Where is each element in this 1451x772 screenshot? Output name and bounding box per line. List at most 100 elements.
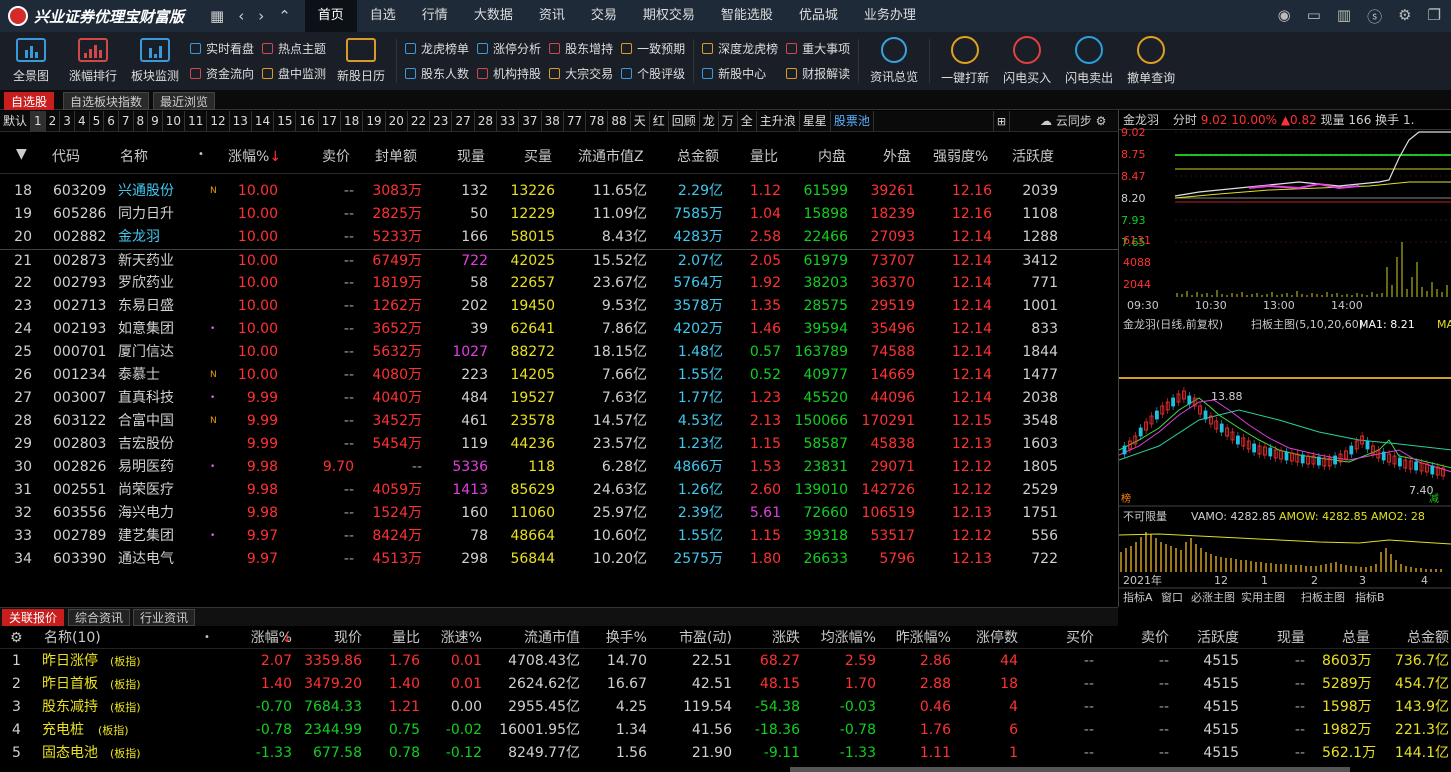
header-code[interactable]: 代码: [52, 146, 80, 166]
filter-16[interactable]: 16: [296, 110, 319, 132]
table-row[interactable]: 30 002826 易明医药 • 9.98 9.70 -- 5336 118 6.28亿 4866万…: [0, 456, 1118, 479]
header-buy-volume[interactable]: 买量: [524, 146, 552, 166]
bheader-turn[interactable]: 换手%: [595, 627, 647, 649]
header-float-cap[interactable]: 流通市值Z: [578, 146, 644, 166]
bheader-lim[interactable]: 涨停数: [966, 627, 1018, 649]
flash-buy-button[interactable]: 闪电买入: [996, 33, 1058, 89]
tab-recent[interactable]: 最近浏览: [153, 92, 216, 110]
header-strength[interactable]: 强弱度%: [933, 146, 988, 166]
table-row[interactable]: 28 603122 合富中国 N 9.99 -- 3452万 461 23578 14.57亿 4.…: [0, 410, 1118, 433]
bheader-pe[interactable]: 市盈(动): [660, 627, 732, 649]
table-row[interactable]: 24 002193 如意集团 • 10.00 -- 3652万 39 62641 7.86亿 420…: [0, 318, 1118, 341]
table-row[interactable]: 33 002789 建艺集团 • 9.97 -- 8424万 78 48664 10.60亿 1.5…: [0, 525, 1118, 548]
tab-industry-news[interactable]: 行业资讯: [133, 609, 196, 626]
bheader-mcap[interactable]: 流通市值: [498, 627, 580, 649]
filter-38[interactable]: 星星: [800, 110, 831, 132]
tab-watchlist[interactable]: 自选股: [4, 92, 55, 110]
deep-dragon-tiger-button[interactable]: 深度龙虎榜: [702, 40, 778, 57]
bheader-tamt[interactable]: 总金额: [1385, 627, 1449, 649]
bheader-diff[interactable]: 涨跌: [750, 627, 800, 649]
restore-icon[interactable]: ❐: [1428, 6, 1441, 27]
header-change[interactable]: 涨幅%↓: [228, 146, 281, 166]
flash-sell-button[interactable]: 闪电卖出: [1058, 33, 1120, 89]
filter-26[interactable]: 37: [519, 110, 542, 132]
header-activity[interactable]: 活跃度: [1012, 146, 1054, 166]
up-icon[interactable]: ⌃: [278, 7, 291, 25]
filter-12[interactable]: 12: [207, 110, 230, 132]
menu-business[interactable]: 业务办理: [851, 0, 929, 32]
dragon-tiger-button[interactable]: 龙虎榜单: [405, 40, 469, 57]
filter-9[interactable]: 9: [148, 110, 163, 132]
filter-18[interactable]: 18: [341, 110, 364, 132]
filter-4[interactable]: 4: [75, 110, 90, 132]
table-row[interactable]: 22 002793 罗欣药业 10.00 -- 1819万 58 22657 23.67亿 576…: [0, 272, 1118, 295]
minimize-icon[interactable]: ▭: [1307, 6, 1321, 27]
consensus-button[interactable]: 一致预期: [621, 40, 685, 57]
bheader-tvol[interactable]: 总量: [1322, 627, 1370, 649]
table-row[interactable]: 25 000701 厦门信达 10.00 -- 5632万 1027 88272 18.15亿 1…: [0, 341, 1118, 364]
filter-20[interactable]: 20: [386, 110, 408, 132]
bheader-ratio[interactable]: 量比: [372, 627, 420, 649]
filter-2[interactable]: 2: [46, 110, 61, 132]
filter-17[interactable]: 17: [319, 110, 342, 132]
menu-watchlist[interactable]: 自选: [357, 0, 409, 32]
filter-0[interactable]: 默认: [0, 110, 32, 132]
table-row[interactable]: 32 603556 海兴电力 9.98 -- 1524万 160 11060 25.97亿 2.3…: [0, 502, 1118, 525]
table-row[interactable]: 19 605286 同力日升 10.00 -- 2825万 50 12229 11.09亿 758…: [0, 203, 1118, 226]
menu-smart-pick[interactable]: 智能选股: [708, 0, 786, 32]
header-amount[interactable]: 总金额: [677, 146, 719, 166]
filter-31[interactable]: 天: [631, 110, 650, 132]
horizontal-scrollbar[interactable]: [790, 767, 1350, 772]
tab-watch-sector-index[interactable]: 自选板块指数: [63, 92, 150, 110]
filter-30[interactable]: 88: [608, 110, 631, 132]
table-row[interactable]: 21 002873 新天药业 10.00 -- 6749万 722 42025 15.52亿 2.…: [0, 249, 1118, 272]
filter-39[interactable]: 股票池: [831, 110, 874, 132]
related-row[interactable]: 1 昨日涨停 (板指) 2.07 3359.86 1.76 0.01 4708.43亿 14.7…: [0, 650, 1451, 673]
table-row[interactable]: 31 002551 尚荣医疗 9.98 -- 4059万 1413 85629 24.63亿 1.…: [0, 479, 1118, 502]
table-row[interactable]: 20 002882 金龙羽 10.00 -- 5233万 166 58015 8.43亿 4283…: [0, 226, 1118, 249]
filter-33[interactable]: 回顾: [669, 110, 700, 132]
bheader-sell[interactable]: 卖价: [1125, 627, 1169, 649]
filter-6[interactable]: 6: [104, 110, 119, 132]
table-row[interactable]: 29 002803 吉宏股份 9.99 -- 5454万 119 44236 23.57亿 1.2…: [0, 433, 1118, 456]
menu-options[interactable]: 期权交易: [630, 0, 708, 32]
bheader-name[interactable]: 名称(10): [44, 627, 140, 649]
filter-7[interactable]: 7: [119, 110, 134, 132]
menu-trade[interactable]: 交易: [578, 0, 630, 32]
related-row[interactable]: 2 昨日首板 (板指) 1.40 3479.20 1.40 0.01 2624.62亿 16.6…: [0, 673, 1451, 696]
menu-store[interactable]: 优品城: [786, 0, 851, 32]
filter-32[interactable]: 红: [650, 110, 669, 132]
ipo-calendar-button[interactable]: 新股日历: [330, 33, 392, 89]
grid-menu-icon[interactable]: ▦: [210, 7, 224, 25]
institution-holding-button[interactable]: 机构持股: [477, 65, 541, 82]
filter-25[interactable]: 33: [497, 110, 520, 132]
bheader-ychg[interactable]: 昨涨幅%: [883, 627, 951, 649]
report-reading-button[interactable]: 财报解读: [786, 65, 850, 82]
sector-monitor-button[interactable]: 板块监测: [124, 33, 186, 89]
related-row[interactable]: 5 固态电池 (板指) -1.33 677.58 0.78 -0.12 8249.77亿 1.5…: [0, 742, 1451, 765]
layout-icon[interactable]: ▥: [1337, 6, 1351, 27]
stock-rating-button[interactable]: 个股评级: [621, 65, 685, 82]
filter-22[interactable]: 23: [430, 110, 453, 132]
filter-29[interactable]: 78: [586, 110, 609, 132]
bheader-vol[interactable]: 现量: [1263, 627, 1305, 649]
menu-home[interactable]: 首页: [304, 0, 357, 32]
related-row[interactable]: 3 股东减持 (板指) -0.70 7684.33 1.21 0.00 2955.45亿 4.2…: [0, 696, 1451, 719]
news-overview-button[interactable]: 资讯总览: [863, 33, 925, 89]
one-click-ipo-button[interactable]: 一键打新: [934, 33, 996, 89]
header-volume[interactable]: 现量: [457, 146, 485, 166]
filter-24[interactable]: 28: [475, 110, 497, 132]
filter-23[interactable]: 27: [452, 110, 475, 132]
bheader-act[interactable]: 活跃度: [1183, 627, 1239, 649]
filter-14[interactable]: 14: [252, 110, 275, 132]
filter-8[interactable]: 8: [134, 110, 149, 132]
cloud-sync-button[interactable]: ☁ 云同步 ⚙: [1040, 112, 1106, 129]
filter-35[interactable]: 万: [719, 110, 738, 132]
font-icon[interactable]: ⓢ: [1367, 6, 1382, 27]
filter-15[interactable]: 15: [274, 110, 297, 132]
back-icon[interactable]: ‹: [238, 7, 244, 25]
gain-ranking-button[interactable]: 涨幅排行: [62, 33, 124, 89]
gear-icon[interactable]: ⚙: [10, 627, 23, 649]
filter-3[interactable]: 3: [60, 110, 75, 132]
holder-increase-button[interactable]: 股东增持: [549, 40, 613, 57]
